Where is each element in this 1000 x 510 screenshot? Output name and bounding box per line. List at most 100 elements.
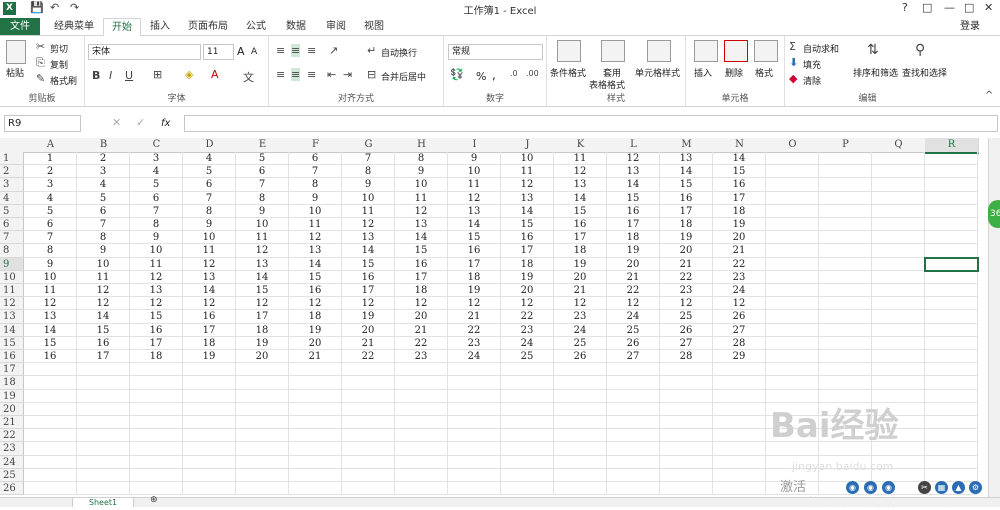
cell-H4[interactable]: 11: [395, 191, 448, 205]
cell-K9[interactable]: 19: [554, 257, 607, 271]
cell-R4[interactable]: [925, 191, 978, 205]
cell-L16[interactable]: 27: [607, 350, 660, 364]
cell-P18[interactable]: [819, 376, 872, 390]
cell-D13[interactable]: 16: [183, 310, 236, 324]
border-icon[interactable]: ⊞: [153, 68, 162, 81]
insert-cells-icon[interactable]: [694, 40, 718, 62]
cell-K13[interactable]: 23: [554, 310, 607, 324]
cell-B19[interactable]: [77, 389, 130, 403]
align-left-icon[interactable]: ≡: [276, 68, 285, 81]
cell-A23[interactable]: [24, 442, 77, 456]
cell-C16[interactable]: 18: [130, 350, 183, 364]
cell-N14[interactable]: 27: [713, 323, 766, 337]
row-header-14[interactable]: 14: [0, 323, 24, 337]
cell-A2[interactable]: 2: [24, 165, 77, 179]
cell-H12[interactable]: 12: [395, 297, 448, 311]
cell-D19[interactable]: [183, 389, 236, 403]
cell-styles-button[interactable]: 单元格样式: [635, 66, 680, 79]
cell-K26[interactable]: [554, 482, 607, 496]
cell-E20[interactable]: [236, 402, 289, 416]
copy-icon[interactable]: ⎘: [36, 56, 45, 70]
cell-K18[interactable]: [554, 376, 607, 390]
clear-icon[interactable]: ◆: [789, 72, 797, 85]
cell-Q6[interactable]: [872, 218, 925, 232]
cell-P11[interactable]: [819, 284, 872, 298]
cell-R16[interactable]: [925, 350, 978, 364]
cell-H5[interactable]: 12: [395, 204, 448, 218]
cell-F24[interactable]: [289, 455, 342, 469]
align-right-icon[interactable]: ≡: [307, 68, 316, 81]
cell-P4[interactable]: [819, 191, 872, 205]
increase-indent-icon[interactable]: ⇥: [343, 68, 352, 81]
column-header-Q[interactable]: Q: [872, 138, 926, 153]
cell-C15[interactable]: 17: [130, 336, 183, 350]
cell-D26[interactable]: [183, 482, 236, 496]
cell-B5[interactable]: 6: [77, 204, 130, 218]
column-header-O[interactable]: O: [766, 138, 820, 153]
cell-A3[interactable]: 3: [24, 178, 77, 192]
conditional-format-icon[interactable]: [557, 40, 581, 62]
row-header-21[interactable]: 21: [0, 416, 24, 430]
cell-H10[interactable]: 17: [395, 270, 448, 284]
cell-N8[interactable]: 21: [713, 244, 766, 258]
cell-C17[interactable]: [130, 363, 183, 377]
cell-B6[interactable]: 7: [77, 218, 130, 232]
cell-F4[interactable]: 9: [289, 191, 342, 205]
cell-G15[interactable]: 21: [342, 336, 395, 350]
cell-R13[interactable]: [925, 310, 978, 324]
cell-D8[interactable]: 11: [183, 244, 236, 258]
cell-O1[interactable]: [766, 152, 819, 166]
cell-E6[interactable]: 10: [236, 218, 289, 232]
fill-button[interactable]: 填充: [803, 58, 821, 71]
tray-icon-5[interactable]: ▲: [952, 481, 965, 494]
row-header-16[interactable]: 16: [0, 350, 24, 364]
cell-E19[interactable]: [236, 389, 289, 403]
cell-R8[interactable]: [925, 244, 978, 258]
cell-D12[interactable]: 12: [183, 297, 236, 311]
cell-E9[interactable]: 13: [236, 257, 289, 271]
cell-G14[interactable]: 20: [342, 323, 395, 337]
column-header-P[interactable]: P: [819, 138, 873, 153]
tab-insert[interactable]: 插入: [142, 18, 178, 35]
cell-L19[interactable]: [607, 389, 660, 403]
italic-icon[interactable]: I: [109, 69, 112, 82]
cell-D20[interactable]: [183, 402, 236, 416]
align-top-icon[interactable]: ≡: [276, 44, 285, 57]
cell-C24[interactable]: [130, 455, 183, 469]
row-header-4[interactable]: 4: [0, 191, 24, 205]
row-header-25[interactable]: 25: [0, 468, 24, 482]
cell-E26[interactable]: [236, 482, 289, 496]
cell-M7[interactable]: 19: [660, 231, 713, 245]
cell-I19[interactable]: [448, 389, 501, 403]
column-header-D[interactable]: D: [183, 138, 237, 153]
conditional-format-button[interactable]: 条件格式: [550, 66, 586, 79]
cell-O13[interactable]: [766, 310, 819, 324]
cell-I18[interactable]: [448, 376, 501, 390]
cell-M24[interactable]: [660, 455, 713, 469]
cell-P13[interactable]: [819, 310, 872, 324]
column-header-I[interactable]: I: [448, 138, 502, 153]
cell-F12[interactable]: 12: [289, 297, 342, 311]
cell-G24[interactable]: [342, 455, 395, 469]
cell-K1[interactable]: 11: [554, 152, 607, 166]
cell-L13[interactable]: 24: [607, 310, 660, 324]
sort-filter-icon[interactable]: ⇅: [867, 42, 879, 58]
cell-D17[interactable]: [183, 363, 236, 377]
cell-L2[interactable]: 13: [607, 165, 660, 179]
cell-E3[interactable]: 7: [236, 178, 289, 192]
cell-I14[interactable]: 22: [448, 323, 501, 337]
cell-M26[interactable]: [660, 482, 713, 496]
cell-H6[interactable]: 13: [395, 218, 448, 232]
cell-K11[interactable]: 21: [554, 284, 607, 298]
cell-F11[interactable]: 16: [289, 284, 342, 298]
tray-icon-4[interactable]: ▦: [935, 481, 948, 494]
row-header-7[interactable]: 7: [0, 231, 24, 245]
cell-Q17[interactable]: [872, 363, 925, 377]
cell-G17[interactable]: [342, 363, 395, 377]
cell-I8[interactable]: 16: [448, 244, 501, 258]
cell-L12[interactable]: 12: [607, 297, 660, 311]
decrease-indent-icon[interactable]: ⇤: [327, 68, 336, 81]
cell-E8[interactable]: 12: [236, 244, 289, 258]
scissors-tray-icon[interactable]: ✂: [918, 481, 931, 494]
cell-K22[interactable]: [554, 429, 607, 443]
